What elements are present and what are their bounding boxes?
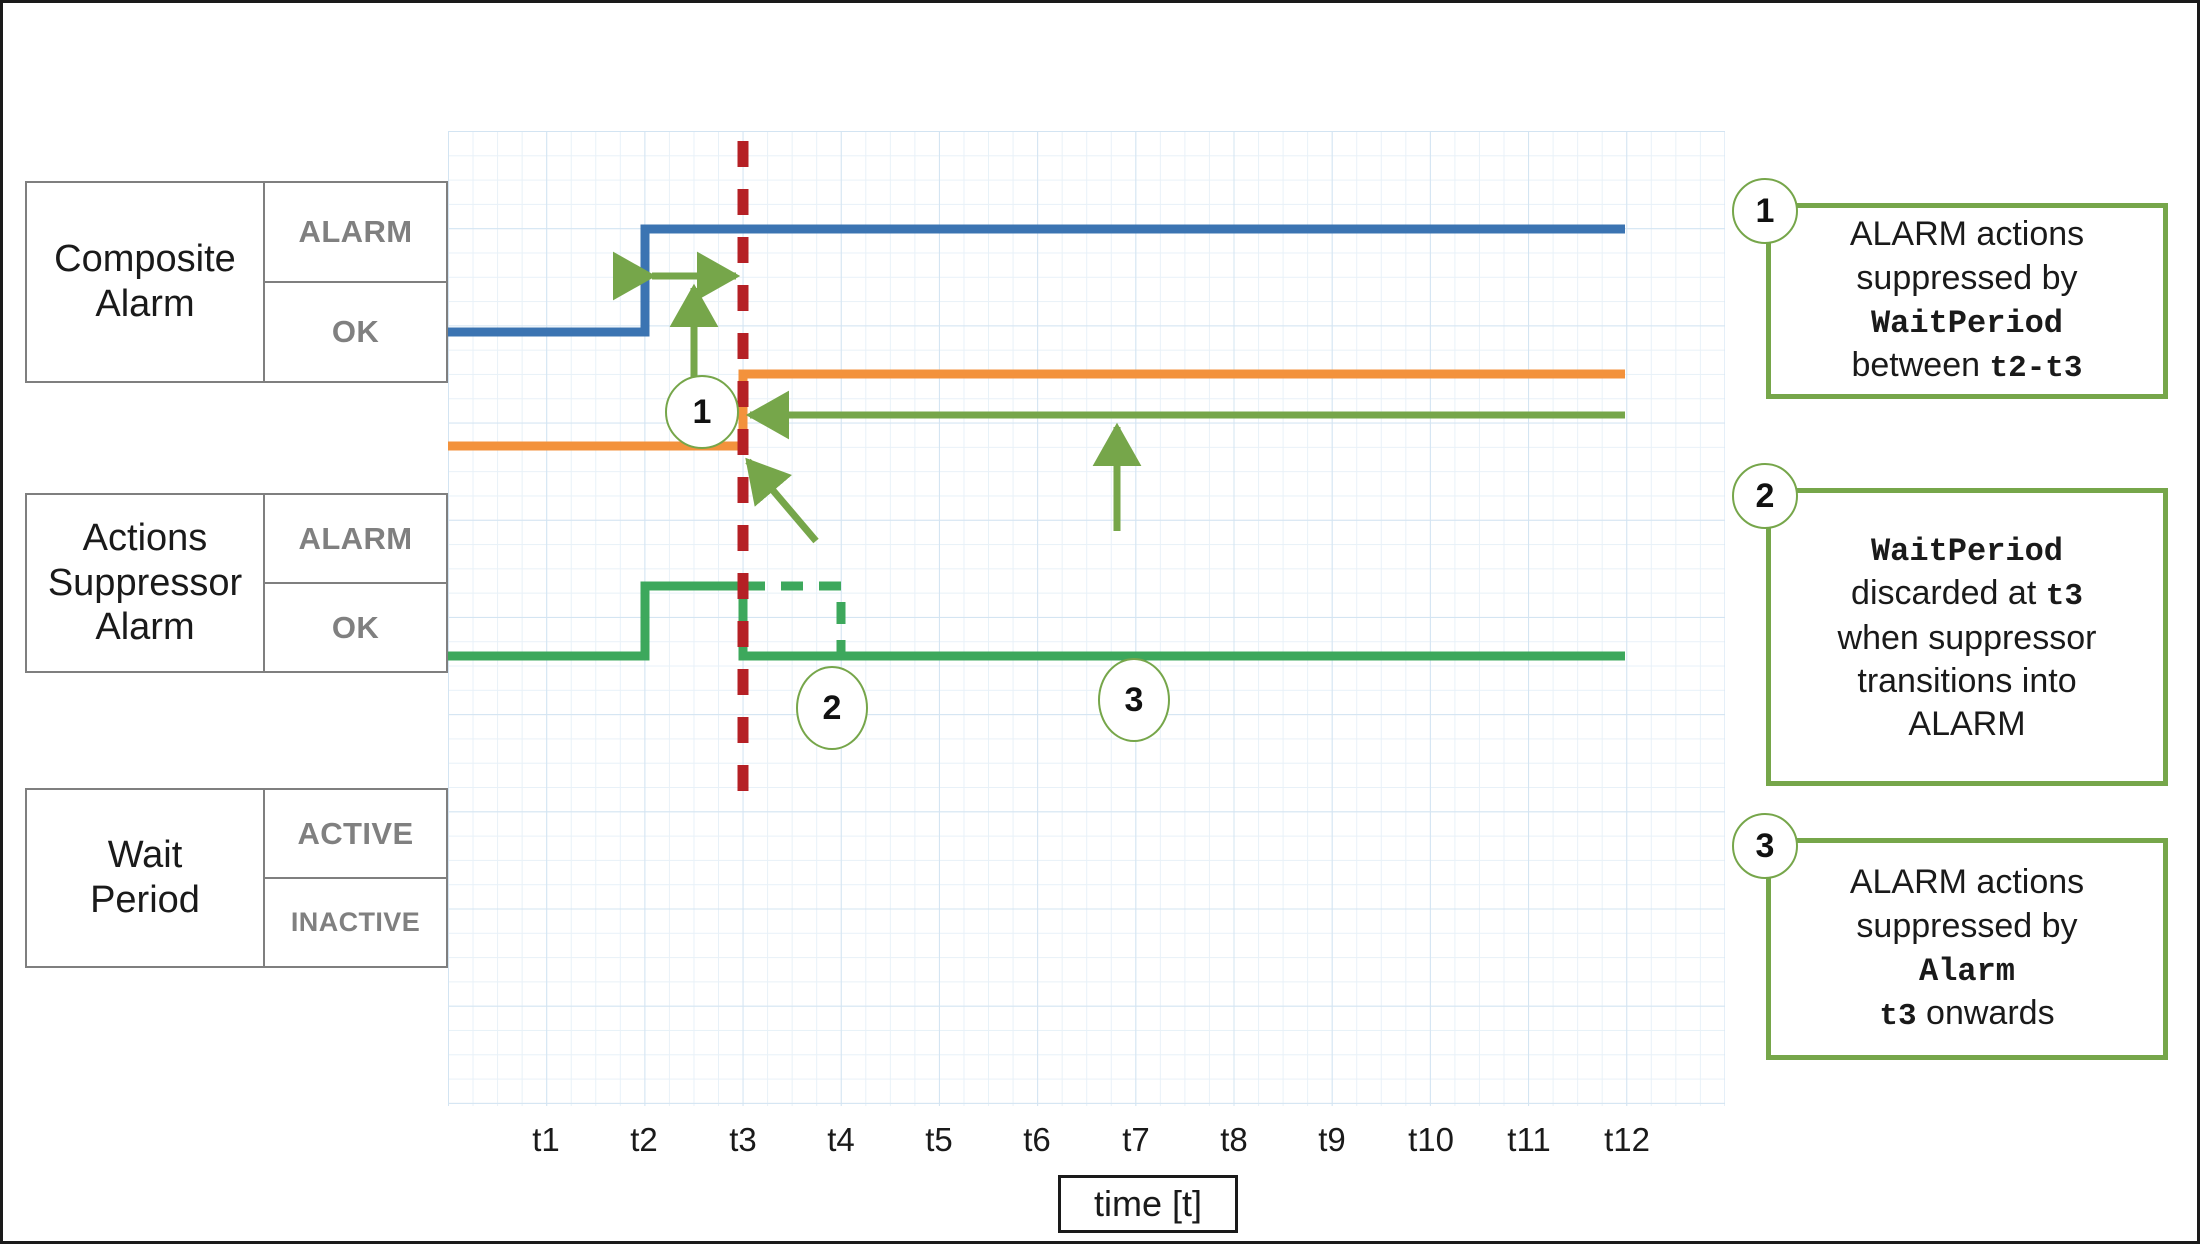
suppressor-label-line3: Alarm bbox=[95, 606, 195, 649]
callout3-line4-suffix: onwards bbox=[1916, 994, 2055, 1033]
callout1-line1: ALARM actions bbox=[1849, 215, 2085, 254]
row-label-text-suppressor: Actions Suppressor Alarm bbox=[27, 495, 265, 671]
composite-alarm-trace bbox=[448, 224, 1625, 337]
axis-tick-t3: t3 bbox=[729, 1121, 757, 1158]
callout2-t3-token: t3 bbox=[2045, 579, 2083, 615]
row-label-text-wait: Wait Period bbox=[27, 790, 265, 966]
timeline-plot bbox=[448, 131, 1725, 1106]
callout3-t3-token: t3 bbox=[1879, 999, 1917, 1035]
annotation-bubble-3[interactable]: 3 bbox=[1098, 658, 1170, 742]
state-suppressor-ok: OK bbox=[265, 582, 446, 671]
callout-badge-1[interactable]: 1 bbox=[1732, 178, 1798, 244]
callout-card-3: ALARM actions suppressed by Alarm t3 onw… bbox=[1766, 838, 2168, 1060]
row-label-composite-alarm: Composite Alarm ALARM OK bbox=[25, 181, 448, 383]
timeline-traces bbox=[448, 131, 1625, 791]
axis-tick-t11: t11 bbox=[1507, 1121, 1551, 1158]
axis-tick-t4: t4 bbox=[827, 1121, 855, 1158]
callout1-t2-t3-token: t2-t3 bbox=[1989, 351, 2083, 387]
axis-tick-t1: t1 bbox=[532, 1121, 560, 1158]
annotation-bubble-1[interactable]: 1 bbox=[665, 375, 739, 449]
diagram-canvas: 1 2 3 Composite Alarm ALARM OK Actions S… bbox=[0, 0, 2200, 1244]
actions-suppressor-alarm-trace bbox=[448, 369, 1625, 451]
row-states-composite: ALARM OK bbox=[265, 183, 446, 381]
wait-label-line2: Period bbox=[90, 879, 200, 921]
axis-caption-time: time [t] bbox=[1058, 1175, 1238, 1233]
callout2-line5: ALARM bbox=[1908, 705, 2026, 744]
composite-label-line1: Composite bbox=[54, 238, 236, 281]
state-wait-active: ACTIVE bbox=[297, 815, 414, 851]
state-composite-alarm: ALARM bbox=[298, 214, 413, 249]
axis-tick-t8: t8 bbox=[1220, 1121, 1248, 1158]
wait-label-line1: Wait bbox=[107, 834, 183, 877]
row-label-wait-period: Wait Period ACTIVE INACTIVE bbox=[25, 788, 448, 968]
suppressor-label-line2: Suppressor bbox=[47, 561, 243, 604]
callout2-line2-prefix: discarded at bbox=[1851, 574, 2046, 613]
axis-tick-t9: t9 bbox=[1318, 1121, 1346, 1158]
callout1-waitperiod-token: WaitPeriod bbox=[1870, 304, 2063, 342]
callout-badge-2[interactable]: 2 bbox=[1732, 463, 1798, 529]
callout3-line2: suppressed by bbox=[1856, 906, 2078, 945]
composite-label-line2: Alarm bbox=[95, 283, 195, 325]
callout3-line1: ALARM actions bbox=[1849, 863, 2085, 902]
row-label-actions-suppressor-alarm: Actions Suppressor Alarm ALARM OK bbox=[25, 493, 448, 673]
axis-tick-t12: t12 bbox=[1604, 1121, 1650, 1158]
row-label-text-composite: Composite Alarm bbox=[27, 183, 265, 381]
annotation-bubble-2[interactable]: 2 bbox=[796, 666, 868, 750]
state-suppressor-alarm: ALARM bbox=[298, 520, 413, 556]
suppressor-label-line1: Actions bbox=[82, 516, 208, 559]
callout3-alarm-token: Alarm bbox=[1918, 952, 2015, 990]
axis-tick-t5: t5 bbox=[925, 1121, 953, 1158]
state-wait-inactive: INACTIVE bbox=[265, 877, 446, 966]
callout1-line4-prefix: between bbox=[1851, 346, 1990, 385]
row-states-suppressor: ALARM OK bbox=[265, 495, 446, 671]
axis-tick-t10: t10 bbox=[1408, 1121, 1454, 1158]
callout-badge-3[interactable]: 3 bbox=[1732, 813, 1798, 879]
annotation-2-pointer-arrow bbox=[745, 457, 819, 544]
callout1-line2: suppressed by bbox=[1856, 258, 2078, 297]
axis-tick-t2: t2 bbox=[630, 1121, 658, 1158]
callout-card-2: WaitPeriod discarded at t3 when suppress… bbox=[1766, 488, 2168, 786]
callout-card-1: ALARM actions suppressed by WaitPeriod b… bbox=[1766, 203, 2168, 399]
axis-tick-t6: t6 bbox=[1023, 1121, 1051, 1158]
axis-tick-t7: t7 bbox=[1122, 1121, 1150, 1158]
row-states-wait: ACTIVE INACTIVE bbox=[265, 790, 446, 966]
callout2-waitperiod-token: WaitPeriod bbox=[1870, 532, 2063, 570]
wait-period-trace bbox=[448, 581, 1625, 661]
callout2-line4: transitions into bbox=[1857, 661, 2077, 700]
callout2-line3: when suppressor bbox=[1837, 618, 2097, 657]
annotation-3-span-arrow bbox=[745, 390, 1625, 531]
state-composite-ok: OK bbox=[265, 281, 446, 381]
